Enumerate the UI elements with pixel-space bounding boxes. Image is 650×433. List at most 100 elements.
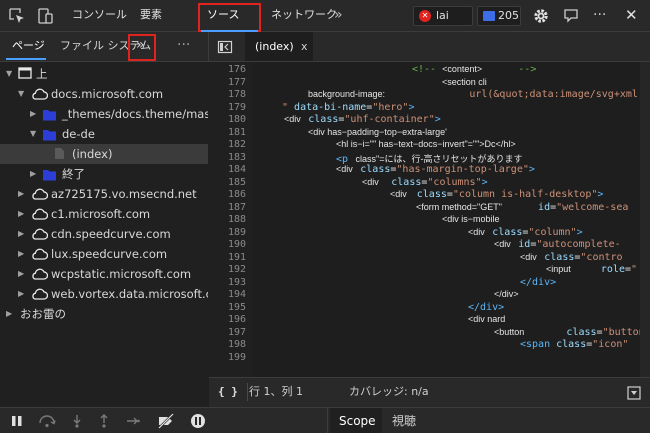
- deactivate-breakpoints-icon[interactable]: [157, 413, 175, 429]
- tree-item[interactable]: ▶ web.vortex.data.microsoft.co: [0, 284, 208, 304]
- step-into-icon[interactable]: [71, 414, 83, 428]
- code-token: class: [544, 251, 575, 263]
- issues-counter[interactable]: ✕ lai: [413, 6, 473, 26]
- code-line: <button class="button: [494, 327, 645, 338]
- gear-icon[interactable]: [532, 7, 550, 25]
- line-number[interactable]: 176: [206, 64, 246, 75]
- line-number[interactable]: 189: [206, 227, 246, 238]
- line-number[interactable]: 181: [206, 127, 246, 138]
- inspect-element-icon[interactable]: [8, 7, 26, 25]
- feedback-icon[interactable]: [562, 7, 580, 25]
- tree-item[interactable]: ▶ wcpstatic.microsoft.com: [0, 264, 208, 284]
- line-number[interactable]: 193: [206, 277, 246, 288]
- code-line: <div has−padding−top−extra-large': [308, 127, 447, 138]
- chevron-down-icon[interactable]: ▼: [6, 64, 16, 84]
- tree-item[interactable]: ▶ c1.microsoft.com: [0, 204, 208, 224]
- code-token: >: [597, 189, 604, 200]
- line-number[interactable]: 182: [206, 139, 246, 150]
- step-icon[interactable]: [126, 415, 140, 427]
- tree-item[interactable]: ▶ 終了: [0, 164, 208, 184]
- tab-scope[interactable]: Scope: [330, 408, 382, 433]
- code-token: >: [481, 176, 488, 188]
- line-number[interactable]: 194: [206, 289, 246, 300]
- code-token: -->: [482, 64, 537, 75]
- tab-watch[interactable]: 視聴: [392, 408, 416, 433]
- tree-item[interactable]: ▶ cdn.speedcurve.com: [0, 224, 208, 244]
- chevron-right-icon[interactable]: ▶: [18, 224, 28, 244]
- step-over-icon[interactable]: [38, 414, 56, 428]
- editor-scrollbar[interactable]: [640, 62, 650, 377]
- code-line: background-image: url(&quot;data:image/s…: [308, 89, 650, 100]
- cloud-icon: [30, 207, 48, 221]
- line-number[interactable]: 186: [206, 189, 246, 200]
- navigator-menu-button[interactable]: ···: [177, 32, 190, 60]
- toggle-debugger-icon[interactable]: [627, 386, 641, 400]
- line-number[interactable]: 177: [206, 77, 246, 88]
- chevron-right-icon[interactable]: ▶: [18, 284, 28, 304]
- line-number[interactable]: 197: [206, 327, 246, 338]
- line-number[interactable]: 185: [206, 177, 246, 188]
- device-emulation-icon[interactable]: [36, 7, 54, 25]
- tree-item[interactable]: ▶ lux.speedcurve.com: [0, 244, 208, 264]
- messages-counter[interactable]: 205: [477, 6, 521, 26]
- tree-item[interactable]: ▶ おお雷の: [0, 304, 208, 324]
- line-number[interactable]: 191: [206, 252, 246, 263]
- chevron-down-icon[interactable]: ▼: [30, 124, 40, 144]
- file-tab-close-button[interactable]: x: [301, 32, 308, 61]
- code-token: </div>: [520, 276, 557, 288]
- chevron-down-icon[interactable]: ▼: [18, 84, 28, 104]
- line-number[interactable]: 198: [206, 339, 246, 350]
- line-number[interactable]: 184: [206, 164, 246, 175]
- line-number[interactable]: 192: [206, 264, 246, 275]
- line-number[interactable]: 183: [206, 152, 246, 163]
- code-line: </div>: [494, 289, 519, 300]
- chevron-right-icon[interactable]: ▶: [18, 184, 28, 204]
- code-token: "button: [602, 326, 645, 338]
- code-token: >: [408, 101, 415, 113]
- code-line: <div class="column is-half-desktop">: [390, 189, 603, 200]
- tab-console[interactable]: コンソール: [72, 0, 127, 32]
- tree-item[interactable]: ▶ _themes/docs.theme/maste: [0, 104, 208, 124]
- line-number[interactable]: 195: [206, 302, 246, 313]
- tab-network[interactable]: ネットワーク: [271, 0, 337, 32]
- tree-item[interactable]: ▼ 上: [0, 64, 208, 84]
- line-number[interactable]: 180: [206, 114, 246, 125]
- file-tab[interactable]: (index) x: [245, 32, 313, 61]
- code-token: <input: [546, 264, 571, 274]
- tree-item[interactable]: ▶ az725175.vo.msecnd.net: [0, 184, 208, 204]
- line-number[interactable]: 190: [206, 239, 246, 250]
- chevron-right-icon[interactable]: ▶: [18, 204, 28, 224]
- line-number[interactable]: 187: [206, 202, 246, 213]
- tab-elements[interactable]: 要素: [140, 0, 162, 32]
- tree-item[interactable]: (index): [0, 144, 208, 164]
- cloud-icon: [30, 247, 48, 261]
- code-editor[interactable]: <!-- <content> --> <section cli background…: [252, 62, 650, 377]
- tree-item-label: lux.speedcurve.com: [51, 247, 168, 261]
- toggle-navigator-icon[interactable]: [217, 39, 233, 55]
- code-line: </div>: [520, 277, 556, 288]
- line-number[interactable]: 196: [206, 314, 246, 325]
- chevron-right-icon[interactable]: ▶: [30, 164, 40, 184]
- line-number[interactable]: 178: [206, 89, 246, 100]
- line-number[interactable]: 188: [206, 214, 246, 225]
- tab-page[interactable]: ページ: [12, 32, 45, 60]
- more-options-button[interactable]: ···: [593, 0, 606, 32]
- tree-item[interactable]: ▼ de-de: [0, 124, 208, 144]
- chevron-right-icon[interactable]: ▶: [6, 304, 16, 324]
- code-token: </div>: [494, 289, 519, 299]
- line-number[interactable]: 199: [206, 352, 246, 363]
- chevron-right-icon[interactable]: ▶: [18, 244, 28, 264]
- more-tabs-button[interactable]: »: [334, 0, 343, 32]
- tree-item[interactable]: ▼ docs.microsoft.com: [0, 84, 208, 104]
- code-line: <section cli: [442, 77, 487, 88]
- code-token: "icon": [592, 339, 629, 350]
- chevron-right-icon[interactable]: ▶: [30, 104, 40, 124]
- pause-on-exceptions-icon[interactable]: [190, 413, 206, 429]
- step-out-icon[interactable]: [98, 414, 110, 428]
- chevron-right-icon[interactable]: ▶: [18, 264, 28, 284]
- tree-item-label: az725175.vo.msecnd.net: [51, 187, 197, 201]
- pretty-print-button[interactable]: { }: [218, 378, 238, 406]
- close-devtools-button[interactable]: ✕: [625, 0, 638, 32]
- pause-icon[interactable]: [11, 415, 23, 427]
- line-number[interactable]: 179: [206, 102, 246, 113]
